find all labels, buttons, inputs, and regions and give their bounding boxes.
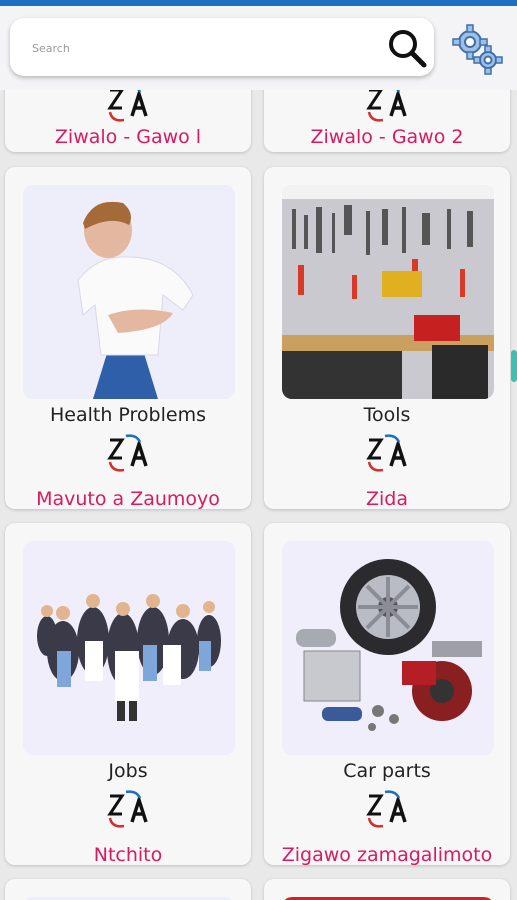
car-parts-image (282, 541, 494, 755)
category-card-jobs[interactable]: Jobs Ntchito (5, 523, 251, 866)
top-bar (0, 6, 517, 90)
category-card-ziwalo-1[interactable]: Ziwalo - Gawo l (5, 90, 251, 152)
translate-icon (107, 90, 148, 122)
translate-icon (107, 790, 148, 828)
settings-gears-icon[interactable] (448, 20, 506, 78)
search-icon[interactable] (386, 27, 428, 69)
card-label-chichewa: Zida (366, 488, 408, 510)
category-card-health-problems[interactable]: Health Problems Mavuto a Zaumoyo (5, 167, 251, 510)
category-card-ziwalo-2[interactable]: Ziwalo - Gawo 2 (264, 90, 510, 152)
card-label-chichewa: Ntchito (93, 844, 163, 866)
card-label-english: Health Problems (49, 404, 206, 426)
category-card-car-parts[interactable]: Car parts Zigawo zamagalimoto (264, 523, 510, 866)
health-problems-image (23, 185, 235, 399)
category-card-next-left[interactable] (5, 879, 251, 900)
card-label-chichewa: Ziwalo - Gawo l (54, 126, 202, 148)
category-grid: Ziwalo - Gawo l Ziwalo - Gawo 2 Health P… (0, 90, 517, 900)
search-input[interactable] (30, 36, 354, 60)
translate-icon (366, 90, 407, 122)
category-card-next-right[interactable] (264, 879, 510, 900)
card-label-chichewa: Zigawo zamagalimoto (281, 844, 493, 866)
jobs-image (23, 541, 235, 755)
card-label-english: Tools (363, 404, 411, 426)
translate-icon (107, 434, 148, 472)
card-label-english: Car parts (343, 760, 431, 782)
tools-image (282, 185, 494, 399)
translate-icon (366, 434, 407, 472)
category-card-tools[interactable]: Tools Zida (264, 167, 510, 510)
scrollbar-thumb[interactable] (511, 350, 517, 382)
card-label-english: Jobs (108, 760, 148, 782)
card-label-chichewa: Mavuto a Zaumoyo (36, 488, 220, 510)
search-box[interactable] (10, 18, 434, 76)
card-label-chichewa: Ziwalo - Gawo 2 (310, 126, 464, 148)
translate-icon (366, 790, 407, 828)
